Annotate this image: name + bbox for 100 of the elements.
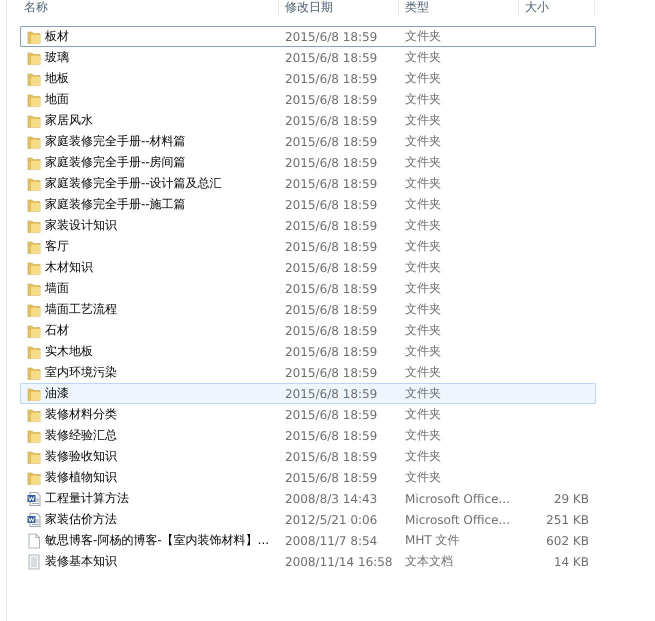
modified-date: 2015/6/8 18:59	[285, 260, 378, 274]
file-name: 油漆	[45, 385, 69, 402]
file-type: 文件夹	[405, 49, 442, 66]
file-type: 文件夹	[405, 196, 442, 213]
file-type: Microsoft Office...	[405, 492, 511, 506]
file-row[interactable]: 地面 2015/6/8 18:59 文件夹	[20, 89, 596, 110]
file-type: Microsoft Office...	[405, 512, 511, 526]
folder-icon	[26, 386, 42, 402]
file-row[interactable]: 工程量计算方法 2008/8/3 14:43 Microsoft Office... 29 KB	[20, 488, 596, 509]
file-row[interactable]: 家居风水 2015/6/8 18:59 文件夹	[20, 110, 596, 131]
file-name: 家装估价方法	[45, 511, 117, 528]
modified-date: 2015/6/8 18:59	[285, 218, 378, 232]
file-row[interactable]: 家庭装修完全手册--材料篇 2015/6/8 18:59 文件夹	[20, 131, 596, 152]
file-row[interactable]: 板材 2015/6/8 18:59 文件夹	[20, 26, 596, 47]
modified-date: 2015/6/8 18:59	[285, 302, 378, 316]
column-header[interactable]: 名称	[7, 0, 279, 16]
file-name: 家居风水	[45, 112, 93, 129]
folder-icon	[26, 406, 42, 422]
file-row[interactable]: 家庭装修完全手册--施工篇 2015/6/8 18:59 文件夹	[20, 194, 596, 215]
file-row[interactable]: 装修植物知识 2015/6/8 18:59 文件夹	[20, 467, 596, 488]
folder-icon	[26, 92, 42, 108]
file-row[interactable]: 玻璃 2015/6/8 18:59 文件夹	[20, 47, 596, 68]
file-name: 装修材料分类	[45, 406, 117, 423]
file-type: 文件夹	[405, 133, 442, 150]
file-name: 工程量计算方法	[45, 490, 129, 507]
column-header[interactable]: 大小	[519, 0, 595, 16]
folder-icon	[26, 470, 42, 486]
modified-date: 2015/6/8 18:59	[285, 386, 378, 400]
modified-date: 2015/6/8 18:59	[285, 134, 378, 148]
file-size: 602 KB	[546, 534, 589, 548]
file-row[interactable]: 家装估价方法 2012/5/21 0:06 Microsoft Office... 251 KB	[20, 509, 596, 530]
folder-icon	[26, 134, 42, 150]
folder-icon	[26, 50, 42, 66]
file-row[interactable]: 地板 2015/6/8 18:59 文件夹	[20, 68, 596, 89]
file-name: 装修基本知识	[45, 553, 117, 570]
file-type: 文件夹	[405, 322, 442, 339]
modified-date: 2015/6/8 18:59	[285, 156, 378, 170]
file-type: 文件夹	[405, 280, 442, 297]
file-row[interactable]: 墙面工艺流程 2015/6/8 18:59 文件夹	[20, 299, 596, 320]
text-file-icon	[26, 554, 42, 570]
file-type: 文件夹	[405, 91, 442, 108]
file-row[interactable]: 装修材料分类 2015/6/8 18:59 文件夹	[20, 404, 596, 425]
folder-icon	[26, 280, 42, 296]
file-type: 文件夹	[405, 385, 442, 402]
file-name: 装修植物知识	[45, 469, 117, 486]
file-row[interactable]: 墙面 2015/6/8 18:59 文件夹	[20, 278, 596, 299]
file-row[interactable]: 家庭装修完全手册--设计篇及总汇 2015/6/8 18:59 文件夹	[20, 173, 596, 194]
modified-date: 2015/6/8 18:59	[285, 198, 378, 212]
file-name: 木材知识	[45, 259, 93, 276]
file-type: 文件夹	[405, 259, 442, 276]
file-row[interactable]: 敏思博客-阿杨的博客-【室内装饰材料】... 2008/11/7 8:54 MHT 文件 602 KB	[20, 530, 596, 551]
column-header[interactable]: 类型	[399, 0, 519, 16]
folder-icon	[26, 28, 42, 44]
document-icon	[26, 490, 42, 506]
modified-date: 2008/8/3 14:43	[285, 492, 378, 506]
modified-date: 2015/6/8 18:59	[285, 408, 378, 422]
file-row[interactable]: 石材 2015/6/8 18:59 文件夹	[20, 320, 596, 341]
folder-icon	[26, 322, 42, 338]
folder-icon	[26, 302, 42, 318]
file-row[interactable]: 实木地板 2015/6/8 18:59 文件夹	[20, 341, 596, 362]
file-type: 文件夹	[405, 175, 442, 192]
file-type: 文件夹	[405, 238, 442, 255]
file-size: 29 KB	[554, 492, 589, 506]
folder-icon	[26, 448, 42, 464]
file-row[interactable]: 油漆 2015/6/8 18:59 文件夹	[20, 383, 596, 404]
document-icon	[26, 512, 42, 528]
file-name: 墙面工艺流程	[45, 301, 117, 318]
file-row[interactable]: 装修验收知识 2015/6/8 18:59 文件夹	[20, 446, 596, 467]
file-row[interactable]: 客厅 2015/6/8 18:59 文件夹	[20, 236, 596, 257]
file-type: 文件夹	[405, 343, 442, 360]
modified-date: 2015/6/8 18:59	[285, 428, 378, 442]
file-row[interactable]: 装修经验汇总 2015/6/8 18:59 文件夹	[20, 425, 596, 446]
file-type: 文本文档	[405, 553, 454, 570]
file-name: 墙面	[45, 280, 69, 297]
modified-date: 2015/6/8 18:59	[285, 114, 378, 128]
modified-date: 2008/11/14 16:58	[285, 554, 394, 568]
file-row[interactable]: 家庭装修完全手册--房间篇 2015/6/8 18:59 文件夹	[20, 152, 596, 173]
folder-icon	[26, 154, 42, 170]
file-type: 文件夹	[405, 301, 442, 318]
file-name: 家庭装修完全手册--设计篇及总汇	[45, 175, 222, 192]
file-name: 地面	[45, 91, 69, 108]
file-name: 地板	[45, 70, 69, 87]
file-name: 板材	[45, 28, 69, 45]
folder-icon	[26, 364, 42, 380]
file-type: 文件夹	[405, 448, 442, 465]
modified-date: 2015/6/8 18:59	[285, 282, 378, 296]
file-row[interactable]: 家装设计知识 2015/6/8 18:59 文件夹	[20, 215, 596, 236]
blank-file-icon	[26, 532, 42, 548]
file-name: 家装设计知识	[45, 217, 117, 234]
file-row[interactable]: 木材知识 2015/6/8 18:59 文件夹	[20, 257, 596, 278]
file-size: 251 KB	[546, 512, 589, 526]
folder-icon	[26, 238, 42, 254]
modified-date: 2015/6/8 18:59	[285, 240, 378, 254]
file-name: 实木地板	[45, 343, 93, 360]
file-type: 文件夹	[405, 70, 442, 87]
column-header[interactable]: 修改日期	[279, 0, 399, 16]
folder-icon	[26, 428, 42, 444]
file-type: MHT 文件	[405, 532, 461, 549]
file-row[interactable]: 室内环境污染 2015/6/8 18:59 文件夹	[20, 362, 596, 383]
file-row[interactable]: 装修基本知识 2008/11/14 16:58 文本文档 14 KB	[20, 551, 596, 572]
